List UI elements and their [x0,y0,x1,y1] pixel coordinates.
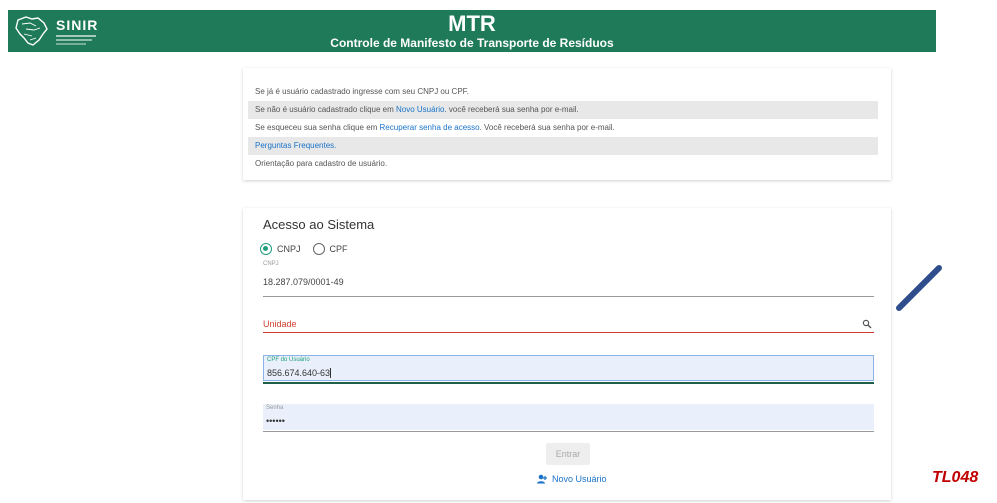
cpf-user-focus-line [263,382,874,384]
page-title: MTR [448,11,496,36]
cpf-user-field[interactable]: CPF do Usuário 856.674.640-63 [263,355,874,381]
document-type-radio-group: CNPJ CPF [260,243,360,255]
info-text: Se esqueceu sua senha clique em [255,123,380,132]
info-text: . você receberá sua senha por e-mail. [444,105,579,114]
password-label: Senha [266,405,284,411]
password-value: •••••• [266,416,285,426]
info-text: . Você receberá sua senha por e-mail. [479,123,615,132]
info-row-new-user: Se não é usuário cadastrado clique em No… [248,101,878,119]
cnpj-underline [263,296,874,297]
guidance-link[interactable]: Orientação para cadastro de usuário. [255,159,387,168]
unidade-underline [263,332,874,333]
cnpj-field[interactable]: 18.287.079/0001-49 [263,277,344,287]
cpf-user-text: 856.674.640-63 [267,368,331,378]
new-user-button[interactable]: Novo Usuário [536,474,607,484]
info-text: Se não é usuário cadastrado clique em [255,105,396,114]
cpf-user-label: CPF do Usuário [267,357,310,363]
info-row-recover: Se esqueceu sua senha clique em Recupera… [248,119,878,137]
cpf-user-value: 856.674.640-63 [267,368,332,378]
info-text: Se já é usuário cadastrado ingresse com … [255,87,469,96]
login-title: Acesso ao Sistema [263,217,375,232]
slide-tag: TL048 [932,469,979,486]
radio-cpf-label[interactable]: CPF [330,244,348,254]
recover-password-link[interactable]: Recuperar senha de acesso [380,123,480,132]
password-underline [263,431,874,432]
radio-cnpj[interactable] [260,243,272,255]
info-row-guidance[interactable]: Orientação para cadastro de usuário. [248,155,878,173]
search-icon[interactable] [862,319,872,329]
cnpj-label: CNPJ [263,261,279,267]
page-subtitle: Controle de Manifesto de Transporte de R… [330,36,614,50]
pen-annotation-icon [896,265,942,311]
faq-link[interactable]: Perguntas Frequentes. [255,141,336,150]
text-caret [330,368,332,378]
new-user-link[interactable]: Novo Usuário [396,105,444,114]
radio-cpf[interactable] [312,243,325,255]
info-row-registered: Se já é usuário cadastrado ingresse com … [248,83,878,101]
user-add-icon [537,474,547,484]
info-card: Se já é usuário cadastrado ingresse com … [243,68,891,180]
login-card: Acesso ao Sistema CNPJ CPF CNPJ 18.287.0… [243,208,891,500]
enter-button[interactable]: Entrar [546,443,590,465]
password-field[interactable]: Senha •••••• [263,404,874,430]
unidade-field[interactable]: Unidade [263,319,297,329]
radio-cnpj-label[interactable]: CNPJ [277,244,301,254]
app-header: SINIR MTR Controle de Manifesto de Trans… [8,10,936,52]
new-user-label: Novo Usuário [552,474,607,484]
info-row-faq: Perguntas Frequentes. [248,137,878,155]
